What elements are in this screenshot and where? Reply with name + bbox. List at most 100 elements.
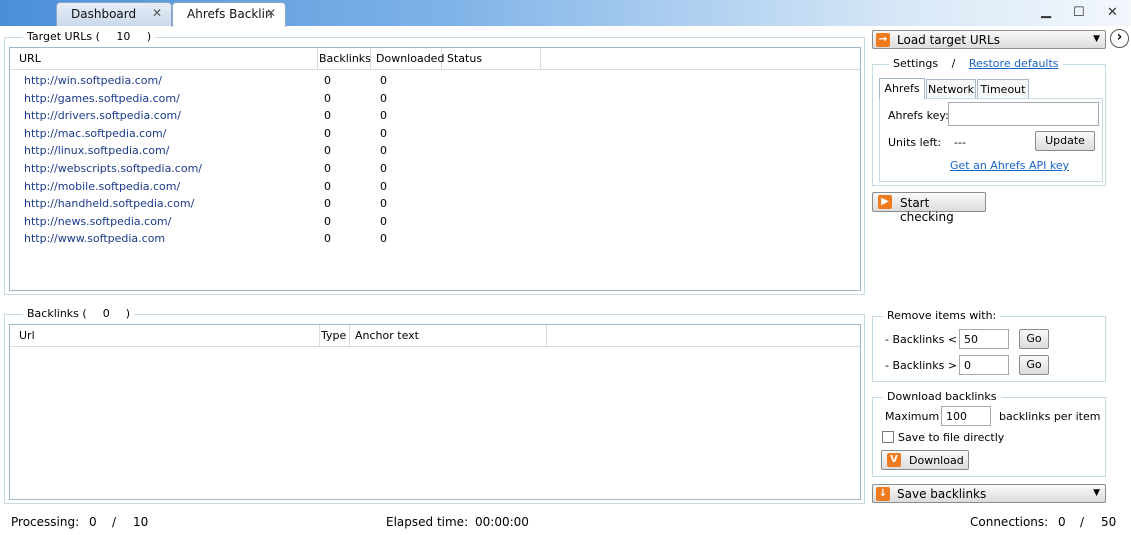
start-checking-button[interactable]: ▶ Start checking — [872, 192, 986, 224]
minimize-icon[interactable]: ▁ — [1041, 4, 1051, 19]
row-backlinks: 0 — [324, 144, 331, 158]
backlinks-title: Backlinks ( 0 ) — [23, 307, 134, 320]
table-row[interactable]: http://handheld.softpedia.com/0 0 — [10, 195, 860, 212]
target-urls-table[interactable]: URL Backlinks Downloaded Status http://w… — [9, 47, 861, 291]
target-urls-count: 10 — [116, 30, 131, 43]
update-button[interactable]: Update — [1035, 131, 1095, 151]
restore-defaults-link[interactable]: Restore defaults — [969, 57, 1059, 70]
row-downloaded: 0 — [380, 214, 387, 228]
go-lt-button[interactable]: Go — [1019, 329, 1049, 349]
row-downloaded: 0 — [380, 179, 387, 193]
processing-sep: / — [112, 515, 117, 529]
save-direct-checkbox[interactable] — [882, 431, 894, 443]
load-target-urls-button[interactable]: → Load target URLs ▼ — [872, 30, 1106, 49]
table-row[interactable]: http://win.softpedia.com/0 0 — [10, 72, 860, 89]
col-url[interactable]: Url — [14, 325, 320, 347]
download-button[interactable]: V Download — [881, 450, 969, 470]
row-downloaded: 0 — [380, 109, 387, 123]
settings-group: Settings / Restore defaults Ahrefs Netwo… — [872, 57, 1106, 186]
window-close-icon[interactable]: ✕ — [1107, 5, 1118, 20]
row-url: http://www.softpedia.com — [24, 232, 166, 246]
col-downloaded[interactable]: Downloaded — [371, 48, 444, 70]
table-row[interactable]: http://news.softpedia.com/0 0 — [10, 213, 860, 230]
col-anchor-text[interactable]: Anchor text — [350, 325, 547, 347]
row-backlinks: 0 — [324, 197, 331, 211]
remove-lt-input[interactable]: 50 — [959, 329, 1009, 349]
row-downloaded: 0 — [380, 162, 387, 175]
settings-header: Settings / Restore defaults — [889, 57, 1063, 70]
row-downloaded: 0 — [380, 91, 387, 105]
elapsed-label: Elapsed time: — [386, 515, 469, 529]
target-urls-title: Target URLs ( 10 ) — [23, 30, 156, 43]
settings-tabs: Ahrefs Network Timeout Ahrefs key: Units… — [879, 78, 1103, 182]
backlinks-group: Backlinks ( 0 ) Url Type Anchor text — [4, 307, 865, 504]
connections-sep: / — [1080, 515, 1085, 529]
processing-done: 0 — [89, 515, 97, 529]
row-backlinks: 0 — [324, 232, 331, 246]
chevron-down-icon: ▼ — [1093, 488, 1100, 498]
row-url: http://games.softpedia.com/ — [24, 91, 180, 105]
col-status[interactable]: Status — [442, 48, 541, 70]
row-downloaded: 0 — [380, 144, 387, 158]
ahrefs-key-input[interactable] — [948, 102, 1099, 126]
get-api-key-link[interactable]: Get an Ahrefs API key — [950, 159, 1069, 172]
elapsed-value: 00:00:00 — [475, 515, 529, 529]
tab-ahrefs-backlinks[interactable]: Ahrefs Backlin ✕ — [172, 2, 286, 27]
row-backlinks: 0 — [324, 162, 331, 175]
connections-label: Connections: — [970, 515, 1049, 529]
per-item-label: backlinks per item — [999, 410, 1101, 423]
table-row[interactable]: http://www.softpedia.com 0 0 — [10, 230, 860, 247]
remove-gt-input[interactable]: 0 — [959, 355, 1009, 375]
row-backlinks: 0 — [324, 91, 331, 105]
table-row[interactable]: http://mobile.softpedia.com/0 0 — [10, 178, 860, 195]
table-header: Url Type Anchor text — [10, 325, 860, 347]
download-backlinks-title: Download backlinks — [883, 390, 1001, 403]
next-arrow-button[interactable]: › — [1110, 29, 1129, 48]
table-row[interactable]: http://drivers.softpedia.com/0 0 — [10, 107, 860, 124]
tab-ahrefs[interactable]: Ahrefs — [879, 78, 925, 99]
go-gt-button[interactable]: Go — [1019, 355, 1049, 375]
title-bar: Dashboard ✕ Ahrefs Backlin ✕ ▁ ☐ ✕ — [0, 0, 1131, 27]
tab-timeout[interactable]: Timeout — [977, 79, 1029, 99]
table-row[interactable]: http://mac.softpedia.com/0 0 — [10, 125, 860, 142]
row-url: http://webscripts.softpedia.com/ — [24, 162, 203, 175]
col-type[interactable]: Type — [316, 325, 350, 347]
table-row[interactable]: http://games.softpedia.com/0 0 — [10, 90, 860, 107]
ahrefs-tab-panel: Ahrefs key: Units left: --- Update Get a… — [879, 98, 1103, 182]
save-backlinks-button[interactable]: ↓ Save backlinks ▼ — [872, 484, 1106, 503]
download-backlinks-group: Download backlinks Maximum 100 backlinks… — [872, 390, 1106, 477]
connections-total: 50 — [1101, 515, 1117, 529]
col-url[interactable]: URL — [14, 48, 318, 70]
row-downloaded: 0 — [380, 74, 387, 87]
tab-network[interactable]: Network — [926, 79, 976, 99]
row-url: http://drivers.softpedia.com/ — [24, 109, 181, 123]
row-backlinks: 0 — [324, 179, 331, 193]
close-icon[interactable]: ✕ — [266, 6, 276, 20]
table-header: URL Backlinks Downloaded Status — [10, 48, 860, 70]
backlinks-count: 0 — [102, 307, 110, 320]
arrow-right-icon: → — [876, 33, 890, 47]
play-icon: ▶ — [878, 195, 892, 209]
tab-dashboard[interactable]: Dashboard ✕ — [56, 2, 172, 26]
backlinks-table[interactable]: Url Type Anchor text — [9, 324, 861, 500]
row-url: http://win.softpedia.com/ — [24, 74, 162, 87]
target-urls-group: Target URLs ( 10 ) URL Backlinks Downloa… — [4, 30, 865, 295]
remove-items-title: Remove items with: — [883, 309, 1001, 322]
row-backlinks: 0 — [324, 126, 331, 140]
table-row[interactable]: http://linux.softpedia.com/0 0 — [10, 142, 860, 159]
maximize-icon[interactable]: ☐ — [1073, 5, 1085, 20]
download-icon: V — [887, 453, 901, 467]
col-backlinks[interactable]: Backlinks — [314, 48, 371, 70]
units-left-label: Units left: — [888, 136, 942, 149]
table-row[interactable]: http://webscripts.softpedia.com/0 0 — [10, 160, 860, 177]
maximum-input[interactable]: 100 — [941, 406, 991, 426]
maximum-label: Maximum — [885, 410, 940, 423]
ahrefs-key-label: Ahrefs key: — [888, 109, 949, 122]
close-icon[interactable]: ✕ — [152, 6, 162, 20]
save-direct-label: Save to file directly — [898, 431, 1005, 444]
save-icon: ↓ — [876, 487, 890, 501]
tab-ahrefs-label: Ahrefs Backlin — [187, 7, 273, 21]
row-backlinks: 0 — [324, 214, 331, 228]
row-url: http://news.softpedia.com/ — [24, 214, 172, 228]
units-left-value: --- — [954, 136, 966, 149]
